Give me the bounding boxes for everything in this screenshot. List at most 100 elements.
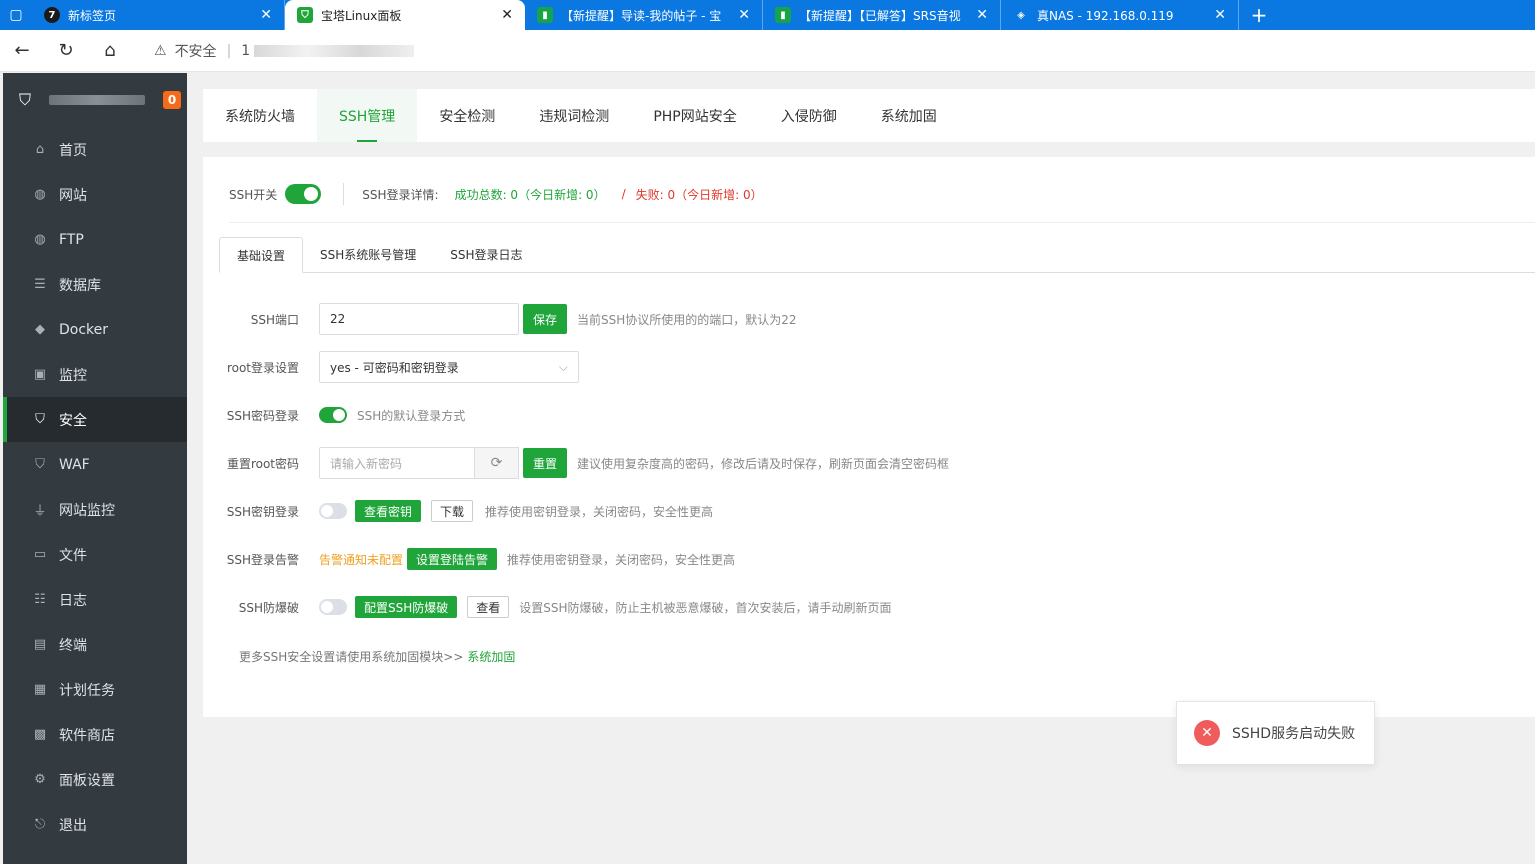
- login-alert-hint: 推荐使用密钥登录，关闭密码，安全性更高: [507, 552, 736, 567]
- set-login-alert-button[interactable]: 设置登陆告警: [407, 548, 498, 570]
- new-tab-icon[interactable]: +: [1239, 0, 1279, 30]
- back-icon[interactable]: ←: [0, 30, 44, 72]
- sidebar-item[interactable]: ⛉ 安全: [3, 397, 187, 442]
- anti-brute-force-hint: 设置SSH防爆破，防止主机被恶意爆破，首次安装后，请手动刷新页面: [519, 600, 892, 615]
- anti-brute-force-row: SSH防爆破 配置SSH防爆破 查看 设置SSH防爆破，防止主机被恶意爆破，首次…: [203, 591, 892, 623]
- sidebar-item-label: 网站监控: [59, 502, 115, 519]
- browser-tab-nas[interactable]: ◈ 真NAS - 192.168.0.119 ✕: [1001, 0, 1239, 30]
- close-tab-icon[interactable]: ✕: [501, 7, 513, 23]
- security-tab[interactable]: 系统防火墙: [203, 89, 317, 142]
- sidebar-item-label: 面板设置: [59, 772, 115, 789]
- monitor-icon: ▣: [33, 367, 47, 382]
- baota-logo-icon: ⛉: [19, 90, 32, 109]
- sidebar-item[interactable]: ◍ FTP: [3, 217, 187, 262]
- sidebar-item[interactable]: ⛉ WAF: [3, 442, 187, 487]
- nas-favicon-icon: ◈: [1017, 9, 1025, 21]
- anti-brute-force-toggle[interactable]: [319, 599, 347, 615]
- sidebar-menu: ⌂ 首页 ◍ 网站 ◍ FTP ☰ 数据库 ◆ Docker ▣ 监控 ⛉ 安全 ⛉ WAF ⏚ 网站监控 ▭ 文件 ☷…: [3, 127, 187, 847]
- ssh-login-details-label: SSH登录详情:: [362, 187, 439, 202]
- browser-tab-forum-2[interactable]: ▮ 【新提醒】【已解答】SRS音视 ✕: [763, 0, 1001, 30]
- generate-password-icon[interactable]: ⟳: [475, 447, 519, 479]
- browser-tab-baota[interactable]: ⛉ 宝塔Linux面板 ✕: [285, 0, 525, 30]
- security-tab[interactable]: 安全检测: [417, 89, 517, 142]
- view-anti-brute-force-button[interactable]: 查看: [467, 596, 510, 618]
- system-hardening-link[interactable]: 系统加固: [467, 650, 515, 664]
- new-password-input[interactable]: 请输入新密码: [319, 447, 475, 479]
- ssh-switch-toggle[interactable]: [285, 184, 322, 204]
- address-input[interactable]: ⚠ 不安全 | 1: [142, 34, 1522, 67]
- ssh-port-label: SSH端口: [250, 312, 299, 327]
- sidebar-item[interactable]: ⚙ 面板设置: [3, 757, 187, 802]
- view-key-button[interactable]: 查看密钥: [355, 500, 422, 522]
- sidebar-item[interactable]: ⎋ 退出: [3, 802, 187, 847]
- browser-tab-newtab[interactable]: 7 新标签页 ✕: [32, 0, 285, 30]
- notification-badge[interactable]: 0: [163, 91, 181, 109]
- close-tab-icon[interactable]: ✕: [260, 7, 272, 23]
- waf-icon: ⛉: [35, 457, 45, 472]
- password-login-label: SSH密码登录: [226, 408, 299, 423]
- sidebar-item-label: WAF: [59, 456, 90, 473]
- sidebar-item-label: 日志: [59, 592, 87, 609]
- ssh-sub-tab[interactable]: SSH登录日志: [433, 237, 539, 272]
- reset-password-button[interactable]: 重置: [523, 448, 568, 478]
- sidebar-item[interactable]: ▭ 文件: [3, 532, 187, 577]
- apps-icon: ▩: [33, 727, 47, 742]
- save-port-button[interactable]: 保存: [523, 304, 568, 334]
- newtab-favicon-icon: 7: [44, 7, 60, 23]
- root-login-value: yes - 可密码和密钥登录: [330, 360, 459, 375]
- ssh-sub-tab[interactable]: 基础设置: [219, 237, 304, 273]
- security-tab[interactable]: PHP网站安全: [631, 89, 758, 142]
- calendar-icon: ▦: [33, 682, 47, 697]
- gear-icon: ⚙: [34, 772, 46, 787]
- key-login-toggle[interactable]: [319, 503, 347, 519]
- security-tab[interactable]: 入侵防御: [759, 89, 859, 142]
- reload-icon[interactable]: ↻: [44, 30, 88, 72]
- sidebar-item[interactable]: ▩ 软件商店: [3, 712, 187, 757]
- close-tab-icon[interactable]: ✕: [976, 7, 988, 23]
- sidebar-item[interactable]: ◆ Docker: [3, 307, 187, 352]
- close-tab-icon[interactable]: ✕: [1214, 7, 1226, 23]
- root-login-select[interactable]: yes - 可密码和密钥登录 ⌵: [319, 351, 579, 383]
- ssh-switch-label: SSH开关: [229, 187, 278, 202]
- forum-favicon-icon: ▮: [537, 7, 553, 23]
- sidebar-item-label: Docker: [59, 321, 109, 338]
- ssh-sub-tab[interactable]: SSH系统账号管理: [303, 237, 433, 272]
- sidebar-item[interactable]: ◍ 网站: [3, 172, 187, 217]
- globe-icon: ◍: [34, 187, 46, 202]
- tab-actions-icon[interactable]: ▢: [0, 0, 32, 30]
- sidebar-item[interactable]: ⏚ 网站监控: [3, 487, 187, 532]
- slash-separator: /: [621, 187, 626, 201]
- database-icon: ☰: [34, 277, 46, 292]
- sidebar-item-label: 终端: [59, 637, 87, 654]
- sidebar-item-label: 安全: [59, 412, 87, 429]
- sidebar-item[interactable]: ▤ 终端: [3, 622, 187, 667]
- url-text: 1: [241, 42, 251, 59]
- warning-icon: ⚠: [154, 42, 167, 59]
- sidebar-item-label: 文件: [59, 547, 87, 564]
- sidebar-item[interactable]: ⌂ 首页: [3, 127, 187, 172]
- security-tab[interactable]: SSH管理: [317, 89, 418, 142]
- configure-anti-brute-force-button[interactable]: 配置SSH防爆破: [355, 596, 458, 618]
- security-tab[interactable]: 系统加固: [859, 89, 959, 142]
- password-login-toggle[interactable]: [319, 407, 347, 423]
- home-browser-icon[interactable]: ⌂: [88, 30, 132, 72]
- reset-root-password-row: 重置root密码 请输入新密码 ⟳ 重置 建议使用复杂度高的密码，修改后请及时保…: [203, 447, 949, 479]
- sidebar-item-label: 数据库: [59, 277, 101, 294]
- ssh-panel: SSH开关 SSH登录详情: 成功总数: 0（今日新增: 0） / 失败: 0（…: [203, 157, 1535, 717]
- ssh-port-input[interactable]: 22: [319, 303, 519, 335]
- download-key-button[interactable]: 下载: [431, 500, 474, 522]
- sidebar-item[interactable]: ▦ 计划任务: [3, 667, 187, 712]
- key-login-label: SSH密钥登录: [226, 504, 299, 519]
- sidebar-item[interactable]: ▣ 监控: [3, 352, 187, 397]
- browser-tab-forum-1[interactable]: ▮ 【新提醒】导读-我的帖子 - 宝 ✕: [525, 0, 763, 30]
- url-redacted: [254, 44, 415, 57]
- sidebar-item[interactable]: ☷ 日志: [3, 577, 187, 622]
- login-alert-label: SSH登录告警: [226, 552, 299, 567]
- browser-tab-title: 宝塔Linux面板: [321, 8, 402, 23]
- close-tab-icon[interactable]: ✕: [738, 7, 750, 23]
- address-bar-row: ← ↻ ⌂ ⚠ 不安全 | 1: [0, 30, 1535, 72]
- security-tab[interactable]: 违规词检测: [517, 89, 631, 142]
- key-login-row: SSH密钥登录 查看密钥 下载 推荐使用密钥登录，关闭密码，安全性更高: [203, 495, 713, 527]
- sidebar-item[interactable]: ☰ 数据库: [3, 262, 187, 307]
- sidebar-item-label: 退出: [59, 817, 87, 834]
